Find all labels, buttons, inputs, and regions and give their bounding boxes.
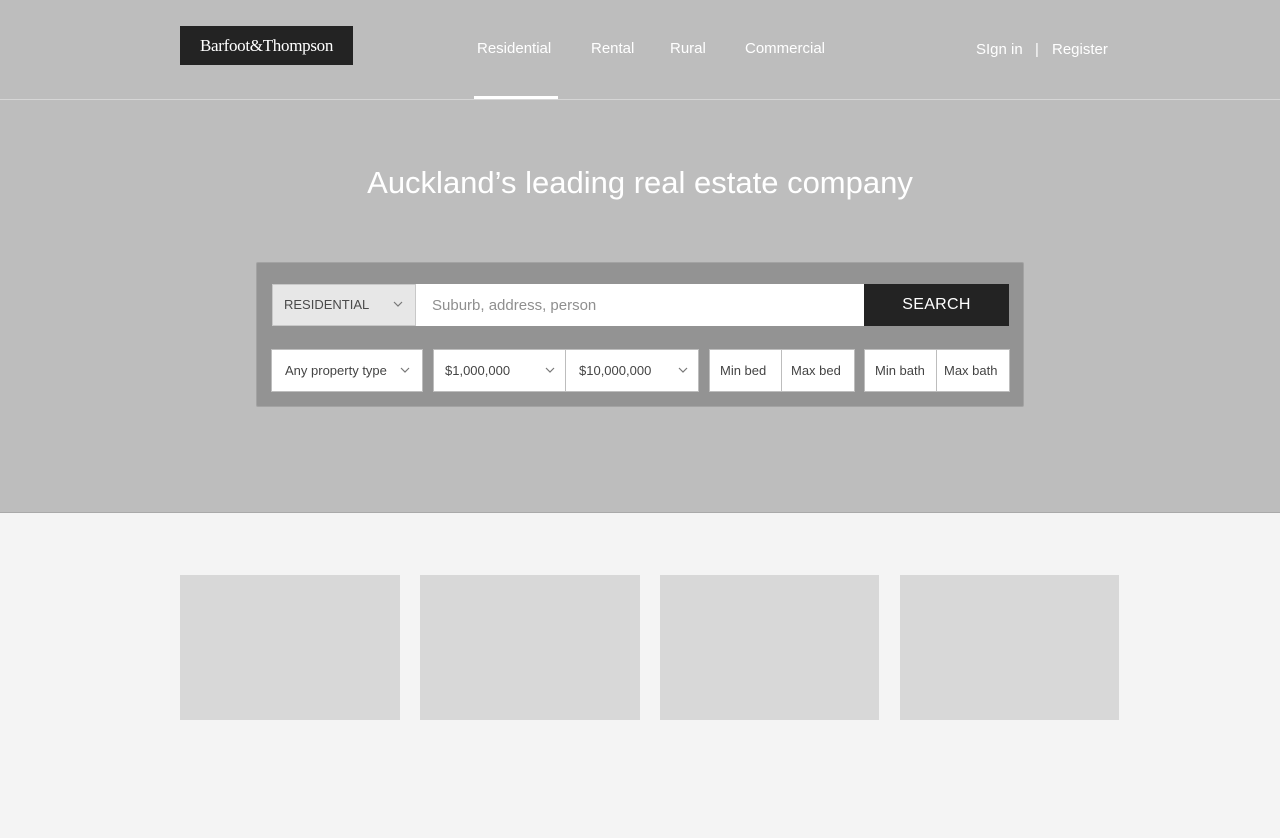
chevron-down-icon xyxy=(393,285,403,307)
max-bath-label: Max bath xyxy=(944,363,998,378)
auth-separator: | xyxy=(1035,41,1039,58)
min-bath-select[interactable]: Min bath xyxy=(864,349,937,392)
min-bed-label: Min bed xyxy=(720,363,767,378)
price-max-select[interactable]: $10,000,000 xyxy=(565,349,699,392)
search-button[interactable]: SEARCH xyxy=(864,284,1009,326)
listing-type-select[interactable]: RESIDENTIAL xyxy=(272,284,416,326)
register-link[interactable]: Register xyxy=(1052,41,1108,58)
hero-headline: Auckland’s leading real estate company xyxy=(367,165,913,200)
chevron-down-icon xyxy=(545,350,555,373)
site-header: Barfoot&Thompson Residential Rental Rura… xyxy=(0,0,1280,100)
price-min-value: $1,000,000 xyxy=(445,363,511,378)
property-type-value: Any property type xyxy=(285,363,387,378)
max-bed-select[interactable]: Max bed xyxy=(781,349,855,392)
max-bath-select[interactable]: Max bath xyxy=(936,349,1010,392)
property-type-select[interactable]: Any property type xyxy=(271,349,423,392)
listing-card-placeholder[interactable] xyxy=(900,575,1119,720)
listing-card-placeholder[interactable] xyxy=(180,575,400,720)
search-panel: RESIDENTIAL SEARCH Any property type $1,… xyxy=(256,262,1024,407)
brand-logo[interactable]: Barfoot&Thompson xyxy=(180,26,353,65)
listing-type-value: RESIDENTIAL xyxy=(284,297,370,312)
chevron-down-icon xyxy=(400,350,410,373)
nav-active-indicator xyxy=(474,96,558,99)
listing-card-placeholder[interactable] xyxy=(420,575,640,720)
min-bed-select[interactable]: Min bed xyxy=(709,349,782,392)
price-min-select[interactable]: $1,000,000 xyxy=(433,349,566,392)
sign-in-link[interactable]: SIgn in xyxy=(976,41,1023,58)
nav-item-commercial[interactable]: Commercial xyxy=(745,40,825,57)
nav-item-rural[interactable]: Rural xyxy=(670,40,706,57)
nav-item-rental[interactable]: Rental xyxy=(591,40,634,57)
min-bath-label: Min bath xyxy=(875,363,925,378)
listing-card-placeholder[interactable] xyxy=(660,575,879,720)
hero-banner: Barfoot&Thompson Residential Rental Rura… xyxy=(0,0,1280,513)
price-max-value: $10,000,000 xyxy=(579,363,652,378)
nav-item-residential[interactable]: Residential xyxy=(477,40,551,57)
chevron-down-icon xyxy=(678,350,688,373)
max-bed-label: Max bed xyxy=(791,363,841,378)
search-input[interactable] xyxy=(416,284,864,326)
